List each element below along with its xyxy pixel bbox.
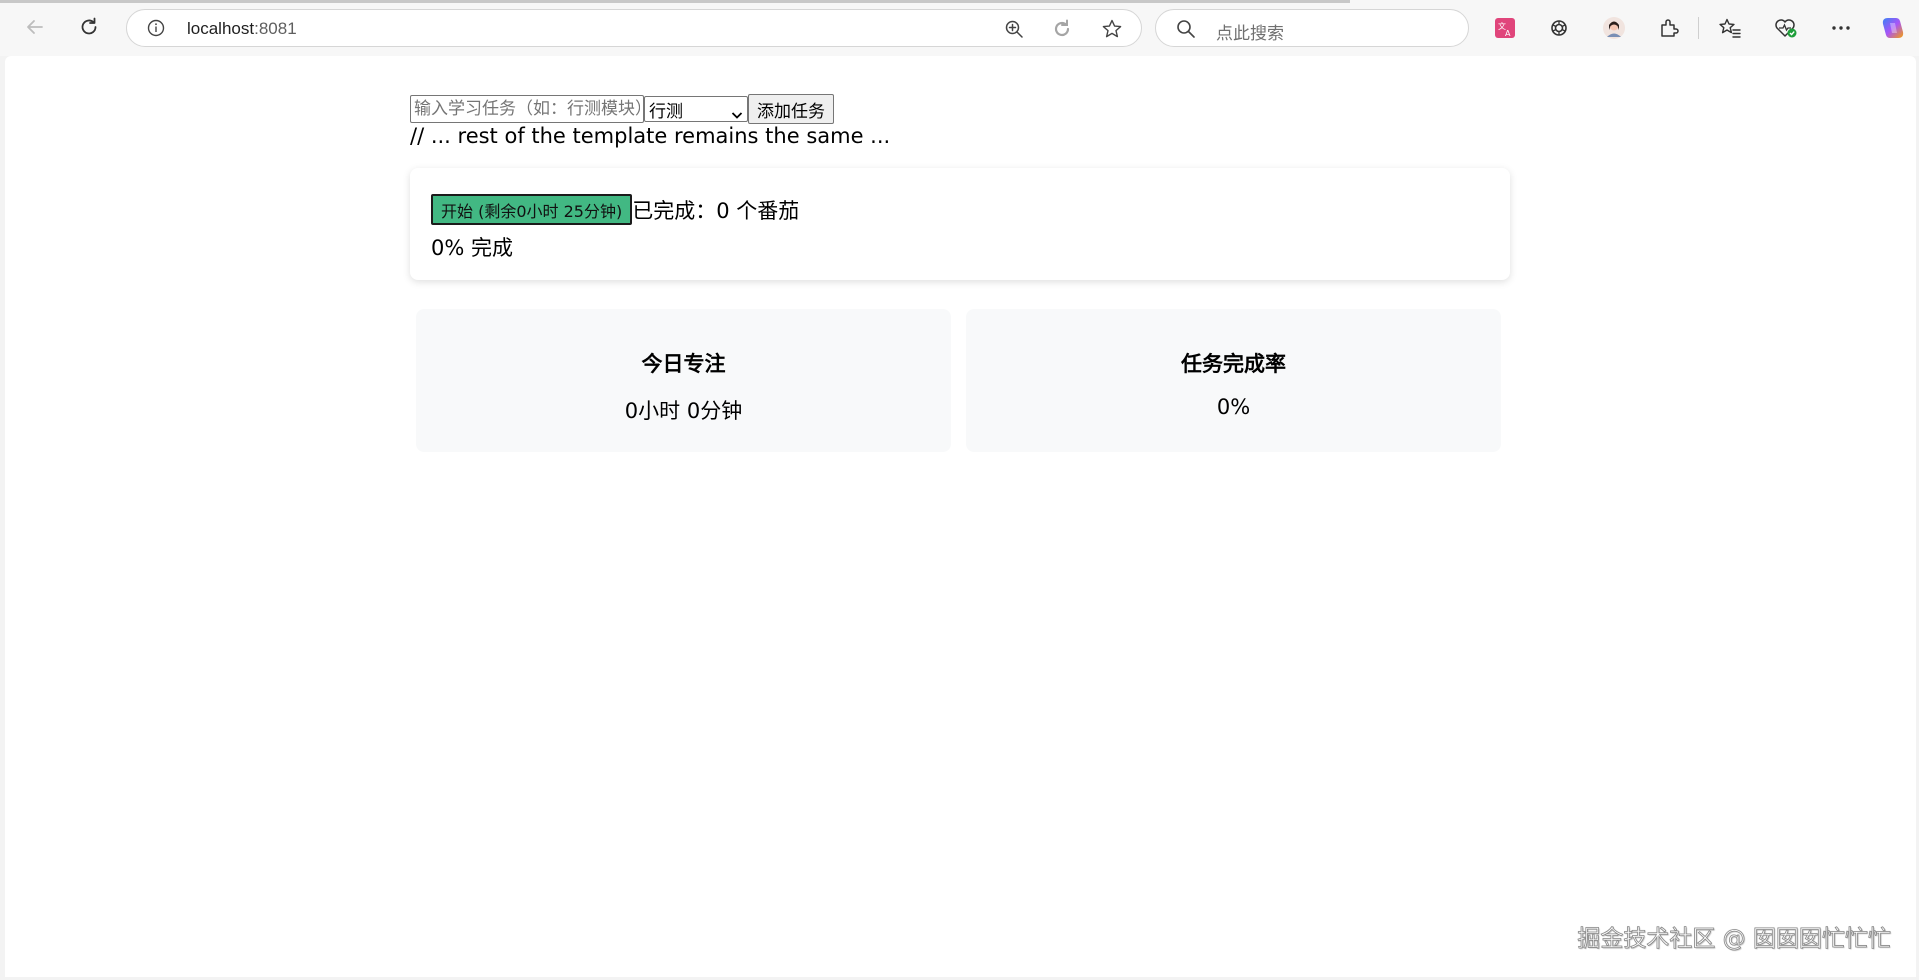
category-selected-value: 行测 bbox=[649, 101, 683, 122]
browser-toolbar: localhost:8081 点此搜索 文A bbox=[0, 0, 1919, 56]
focus-stat-title: 今日专注 bbox=[641, 352, 726, 376]
back-button[interactable] bbox=[20, 12, 50, 42]
refresh-icon bbox=[78, 16, 100, 38]
svg-text:A: A bbox=[1505, 29, 1511, 38]
task-form: 行测 添加任务 bbox=[410, 94, 834, 124]
search-box[interactable]: 点此搜索 bbox=[1155, 9, 1469, 47]
address-port: :8081 bbox=[254, 19, 297, 38]
watermark: 掘金技术社区 @ 囡囡囡忙忙忙 bbox=[1577, 926, 1891, 953]
page-viewport: 行测 添加任务 // ... rest of the template rema… bbox=[5, 56, 1916, 977]
search-icon bbox=[1176, 19, 1196, 43]
more-icon[interactable] bbox=[1827, 14, 1855, 42]
favorites-icon[interactable] bbox=[1716, 14, 1744, 42]
info-icon[interactable] bbox=[147, 19, 165, 37]
task-input[interactable] bbox=[410, 95, 644, 123]
copilot-icon[interactable] bbox=[1879, 14, 1907, 42]
add-task-button[interactable]: 添加任务 bbox=[748, 94, 834, 124]
focus-stat-card: 今日专注 0小时 0分钟 bbox=[416, 309, 951, 452]
completion-rate-card: 任务完成率 0% bbox=[966, 309, 1501, 452]
address-host: localhost bbox=[187, 19, 255, 38]
tab-strip-edge bbox=[0, 0, 1350, 3]
zoom-icon[interactable] bbox=[1003, 18, 1025, 40]
browser-essentials-icon[interactable] bbox=[1772, 14, 1800, 42]
search-placeholder: 点此搜索 bbox=[1216, 24, 1284, 44]
translate-icon[interactable]: 文A bbox=[1491, 14, 1519, 42]
address-bar[interactable]: localhost:8081 bbox=[126, 9, 1142, 47]
toolbar-separator bbox=[1698, 17, 1699, 39]
reader-icon[interactable] bbox=[1051, 18, 1073, 40]
progress-text: 0% 完成 bbox=[431, 236, 513, 260]
extensions-icon[interactable] bbox=[1655, 14, 1683, 42]
address-url: localhost:8081 bbox=[187, 19, 297, 39]
category-select[interactable]: 行测 bbox=[644, 96, 748, 122]
chevron-down-icon bbox=[731, 105, 743, 125]
completed-pomodoros: 已完成：0 个番茄 bbox=[632, 198, 800, 223]
back-arrow-icon bbox=[24, 16, 46, 38]
completion-rate-title: 任务完成率 bbox=[1181, 352, 1286, 376]
profile-avatar-icon[interactable] bbox=[1600, 14, 1628, 42]
favorite-star-icon[interactable] bbox=[1101, 18, 1123, 40]
template-note: // ... rest of the template remains the … bbox=[410, 124, 891, 148]
refresh-button[interactable] bbox=[74, 12, 104, 42]
chatgpt-icon[interactable] bbox=[1545, 14, 1573, 42]
start-timer-button[interactable]: 开始 (剩余0小时 25分钟) bbox=[431, 194, 633, 225]
focus-stat-value: 0小时 0分钟 bbox=[624, 399, 743, 423]
completion-rate-value: 0% bbox=[1216, 395, 1251, 419]
pomodoro-timer-card: 开始 (剩余0小时 25分钟) 已完成：0 个番茄 0% 完成 bbox=[410, 168, 1510, 280]
timer-row: 开始 (剩余0小时 25分钟) 已完成：0 个番茄 bbox=[431, 194, 799, 225]
